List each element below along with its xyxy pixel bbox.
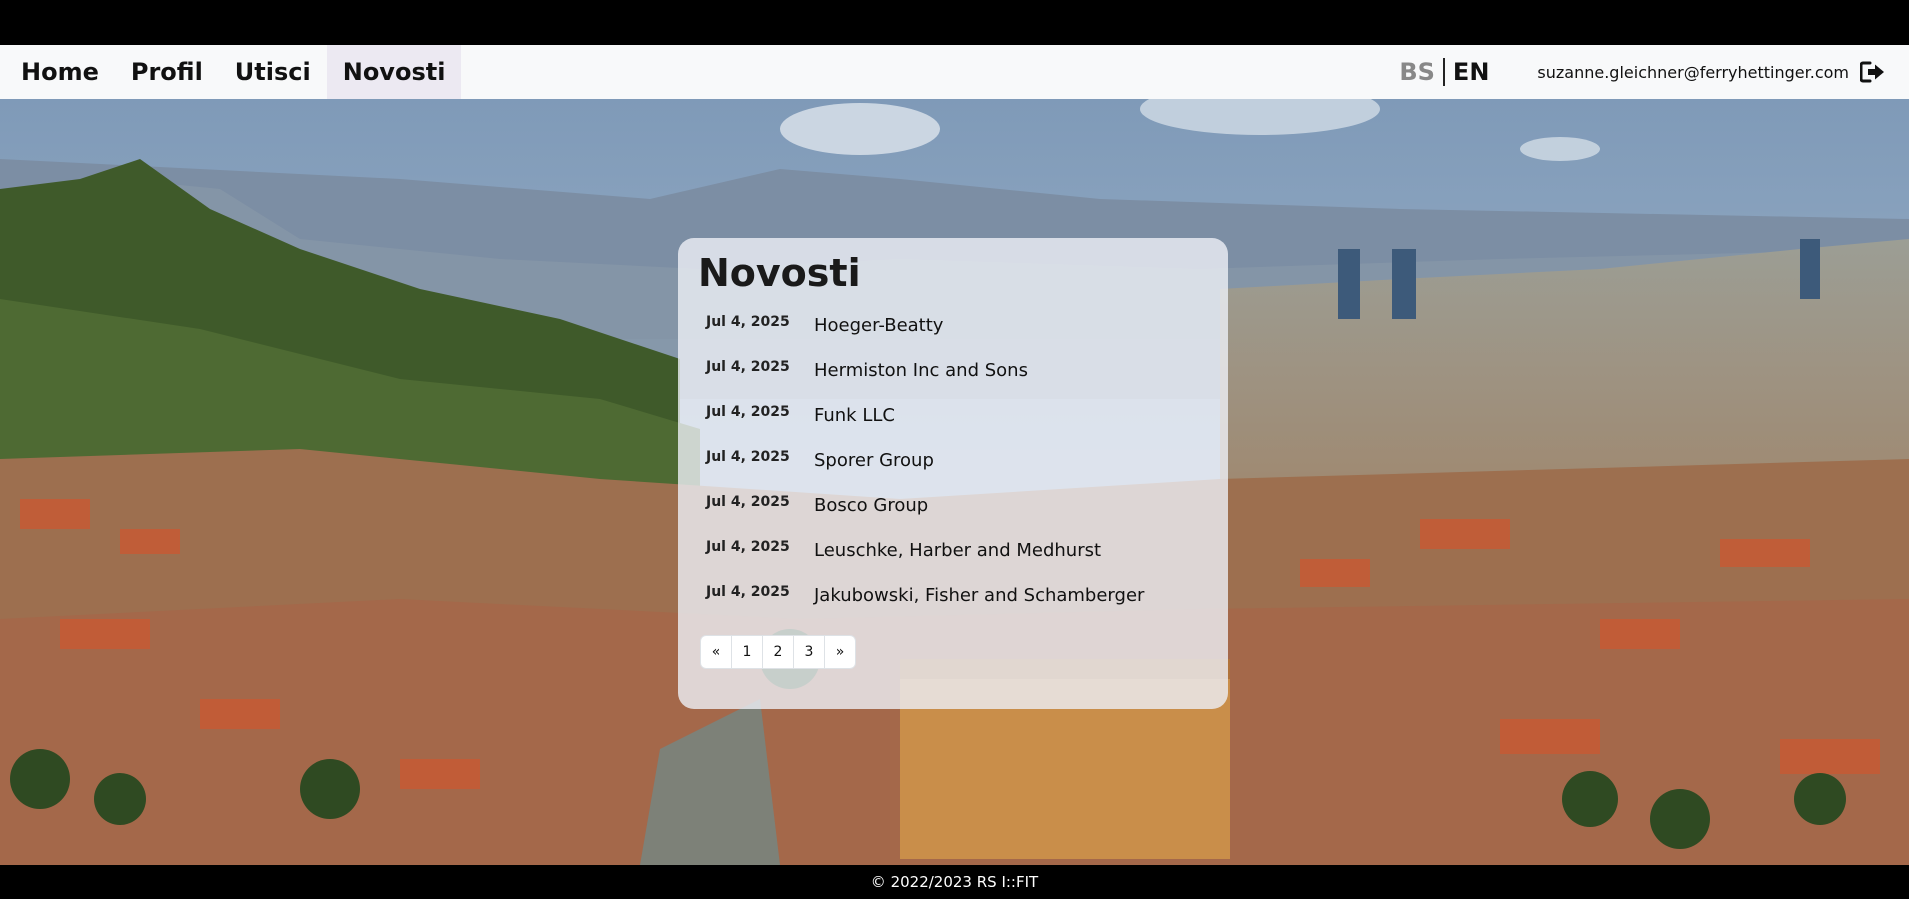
news-date: Jul 4, 2025 [706, 314, 790, 330]
news-item: Jul 4, 2025 Leuschke, Harber and Medhurs… [698, 533, 1208, 578]
footer-copyright: © 2022/2023 RS I::FIT [870, 873, 1039, 891]
page-title: Novosti [698, 251, 861, 295]
footer: © 2022/2023 RS I::FIT [0, 865, 1909, 899]
news-date: Jul 4, 2025 [706, 584, 790, 600]
news-item: Jul 4, 2025 Bosco Group [698, 488, 1208, 533]
news-date: Jul 4, 2025 [706, 494, 790, 510]
nav-link-home[interactable]: Home [5, 45, 115, 99]
news-item: Jul 4, 2025 Jakubowski, Fisher and Scham… [698, 578, 1208, 623]
nav-link-novosti[interactable]: Novosti [326, 45, 462, 99]
pagination-page-3[interactable]: 3 [793, 635, 825, 669]
sign-out-icon[interactable] [1859, 59, 1887, 85]
language-switcher: BS EN [1399, 58, 1489, 86]
news-title-link[interactable]: Jakubowski, Fisher and Schamberger [814, 578, 1144, 606]
news-date: Jul 4, 2025 [706, 449, 790, 465]
page: Home Profil Utisci Novosti BS EN suzanne… [0, 0, 1909, 899]
news-item: Jul 4, 2025 Funk LLC [698, 398, 1208, 443]
user-email: suzanne.gleichner@ferryhettinger.com [1537, 62, 1849, 82]
navbar: Home Profil Utisci Novosti BS EN suzanne… [0, 45, 1909, 99]
news-date: Jul 4, 2025 [706, 359, 790, 375]
news-panel: Novosti Jul 4, 2025 Hoeger-Beatty Jul 4,… [678, 238, 1228, 709]
news-title-link[interactable]: Bosco Group [814, 488, 928, 516]
pagination-next-button[interactable]: » [824, 635, 856, 669]
news-title-link[interactable]: Hermiston Inc and Sons [814, 353, 1028, 381]
news-date: Jul 4, 2025 [706, 539, 790, 555]
lang-en-button[interactable]: EN [1445, 58, 1489, 86]
nav-links: Home Profil Utisci Novosti [0, 45, 462, 99]
pagination: « 1 2 3 » [700, 635, 1208, 669]
pagination-prev-button[interactable]: « [700, 635, 732, 669]
pagination-page-2[interactable]: 2 [762, 635, 794, 669]
top-black-band [0, 0, 1909, 45]
nav-right: BS EN suzanne.gleichner@ferryhettinger.c… [1399, 45, 1909, 99]
news-item: Jul 4, 2025 Hermiston Inc and Sons [698, 353, 1208, 398]
news-title-link[interactable]: Sporer Group [814, 443, 934, 471]
news-title-link[interactable]: Funk LLC [814, 398, 895, 426]
pagination-page-1[interactable]: 1 [731, 635, 763, 669]
news-title-link[interactable]: Hoeger-Beatty [814, 308, 943, 336]
nav-link-profil[interactable]: Profil [115, 45, 219, 99]
news-date: Jul 4, 2025 [706, 404, 790, 420]
news-list: Jul 4, 2025 Hoeger-Beatty Jul 4, 2025 He… [698, 308, 1208, 623]
lang-bs-button[interactable]: BS [1399, 58, 1443, 86]
nav-link-utisci[interactable]: Utisci [219, 45, 327, 99]
news-item: Jul 4, 2025 Sporer Group [698, 443, 1208, 488]
news-title-link[interactable]: Leuschke, Harber and Medhurst [814, 533, 1101, 561]
news-item: Jul 4, 2025 Hoeger-Beatty [698, 308, 1208, 353]
